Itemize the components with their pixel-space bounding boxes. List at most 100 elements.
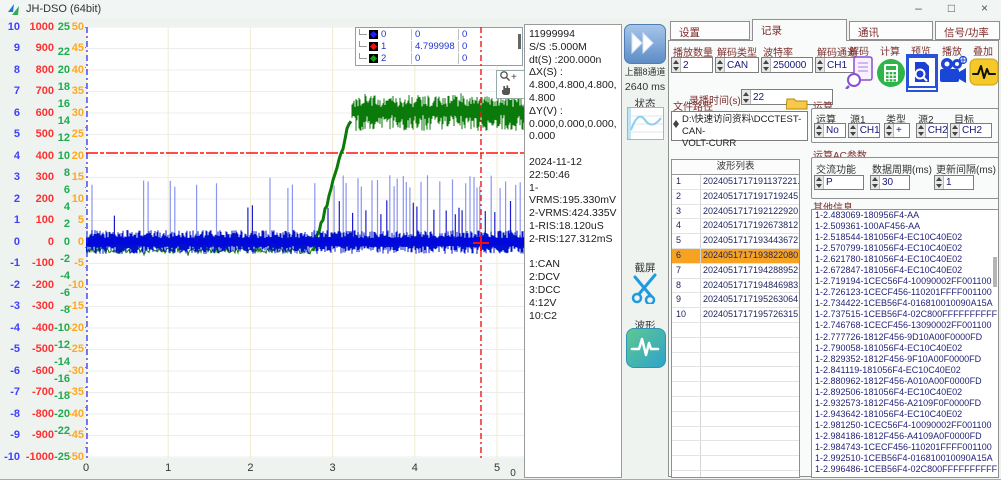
decode-button[interactable] [845, 55, 875, 91]
waveform-row[interactable] [672, 471, 799, 478]
spinner-arrows[interactable] [951, 124, 960, 137]
waveform-row[interactable]: 72024051717194288952.j [672, 264, 799, 279]
spin-up-icon[interactable] [886, 125, 892, 129]
spin-down-icon[interactable] [816, 184, 822, 188]
other-info-line[interactable]: 1-2.992510-1CEB56F4-016810010090A15A [812, 453, 998, 464]
other-info-line[interactable]: 1-2.777726-1812F456-9D10A00F0000FD [812, 332, 998, 343]
spin-down-icon[interactable] [763, 67, 769, 71]
spinner-arrows[interactable] [762, 58, 771, 72]
other-info-line[interactable]: 1-2.943642-181056F4-EC10C40E02 [812, 409, 998, 420]
other-info-line[interactable]: 1-2.719194-1CEC56F4-10090002FF001100 [812, 276, 998, 287]
page-up-8ch-button[interactable] [624, 24, 666, 64]
waveform-row[interactable] [672, 338, 799, 353]
zoom-plus-label[interactable]: + [511, 72, 517, 83]
spinner-arrows[interactable] [815, 124, 824, 137]
waveform-row[interactable] [672, 382, 799, 397]
spin-down-icon[interactable] [952, 132, 958, 136]
spin-up-icon[interactable] [952, 125, 958, 129]
other-info-line[interactable]: 1-2.509361-100AF456-AA [812, 221, 998, 232]
spin-up-icon[interactable] [816, 125, 822, 129]
path-spinner[interactable] [673, 120, 679, 128]
overlay-button[interactable] [969, 55, 999, 91]
waveform-row[interactable]: 22024051717191719245.j [672, 190, 799, 205]
spin-down-icon[interactable] [743, 99, 749, 103]
operation-源2[interactable]: CH2 [916, 123, 948, 138]
spinner-arrows[interactable] [871, 176, 880, 189]
waveform-row[interactable]: 42024051717192673812.j [672, 219, 799, 234]
tab-信号/功率计[interactable]: 信号/功率计 [935, 21, 1000, 40]
minimize-button[interactable]: – [902, 0, 935, 18]
spinner-arrows[interactable] [849, 124, 858, 137]
other-info-scrollbar-thumb[interactable] [993, 257, 997, 287]
other-info-line[interactable]: 1-2.621780-181056F4-EC10C40E02 [812, 254, 998, 265]
field-播放数量[interactable]: 2 [671, 57, 713, 73]
other-info-line[interactable]: 1-2.734422-1CEB56F4-016810010090A15A [812, 298, 998, 309]
waveform-row[interactable] [672, 353, 799, 368]
play-button[interactable] [938, 55, 968, 91]
spin-up-icon[interactable] [918, 125, 924, 129]
waveform-row[interactable] [672, 323, 799, 338]
spin-down-icon[interactable] [673, 67, 679, 71]
waveform-row[interactable] [672, 427, 799, 442]
ac-field-2[interactable]: 1 [934, 175, 974, 190]
waveform-view-button[interactable] [626, 328, 666, 368]
spin-up-icon[interactable] [817, 60, 823, 64]
spin-up-icon[interactable] [763, 60, 769, 64]
spinner-arrows[interactable] [716, 58, 725, 72]
spin-up-icon[interactable] [673, 60, 679, 64]
spin-down-icon[interactable] [817, 67, 823, 71]
tab-记录[interactable]: 记录 [752, 19, 847, 41]
screenshot-scissors-button[interactable] [630, 271, 661, 304]
waveform-row[interactable]: 52024051717193443672.j [672, 234, 799, 249]
spin-down-icon[interactable] [717, 67, 723, 71]
spinner-arrows[interactable] [816, 58, 825, 72]
other-info-line[interactable]: 1-2.880962-1812F456-A010A00F0000FD [812, 376, 998, 387]
zoom-tools[interactable]: + [496, 70, 525, 99]
other-info-line[interactable]: 1-2.518544-181056F4-EC10C40E02 [812, 232, 998, 243]
waveform-row[interactable] [672, 397, 799, 412]
other-info-line[interactable]: 1-2.984743-1CECF456-110201FFFF001100 [812, 442, 998, 453]
spinner-arrows[interactable] [885, 124, 894, 137]
waveform-row[interactable]: 82024051717194846983.j [672, 279, 799, 294]
spinner-arrows[interactable] [935, 176, 944, 189]
spinner-arrows[interactable] [815, 176, 824, 189]
other-info-line[interactable]: 1-2.672847-181056F4-EC10C40E02 [812, 265, 998, 276]
spin-up-icon[interactable] [816, 177, 822, 181]
spin-up-icon[interactable] [743, 92, 749, 96]
waveform-row[interactable] [672, 456, 799, 471]
spin-up-icon[interactable] [872, 177, 878, 181]
waveform-row[interactable] [672, 367, 799, 382]
waveform-row[interactable]: 12024051717191137221.j [672, 175, 799, 190]
maximize-button[interactable]: □ [935, 0, 968, 18]
path-down-icon[interactable] [673, 124, 679, 128]
other-info-line[interactable]: 1-2.829352-1812F456-9F10A00F0000FD [812, 354, 998, 365]
waveform-row[interactable] [672, 441, 799, 456]
spin-down-icon[interactable] [918, 132, 924, 136]
other-info-list[interactable]: 1-2.483069-180956F4-AA1-2.509361-100AF45… [811, 209, 999, 478]
other-info-line[interactable]: 1-2.892506-181056F4-EC10C40E02 [812, 387, 998, 398]
waveform-row[interactable]: 32024051717192122920.j [672, 205, 799, 220]
tab-设置[interactable]: 设置 [670, 21, 750, 40]
operation-运算[interactable]: No [814, 123, 846, 138]
other-info-line[interactable]: 1-2.981250-1CEC56F4-10090002FF001100 [812, 420, 998, 431]
spinner-arrows[interactable] [672, 58, 681, 72]
field-波特率[interactable]: 250000 [761, 57, 813, 73]
close-button[interactable]: × [968, 0, 1001, 18]
waveform-row[interactable] [672, 412, 799, 427]
spin-down-icon[interactable] [872, 184, 878, 188]
operation-目标[interactable]: CH2 [950, 123, 992, 138]
spin-up-icon[interactable] [850, 125, 856, 129]
waveform-row[interactable]: 92024051717195263064.j [672, 293, 799, 308]
other-info-line[interactable]: 1-2.746768-1CECF456-13090002FF001100 [812, 320, 998, 331]
spinner-arrows[interactable] [742, 90, 751, 104]
other-info-line[interactable]: 1-2.841119-181056F4-EC10C40E02 [812, 365, 998, 376]
other-info-line[interactable]: 1-2.570799-181056F4-EC10C40E02 [812, 243, 998, 254]
waveform-row[interactable]: 102024051717195726315.j [672, 308, 799, 323]
other-info-line[interactable]: 1-2.996486-1CEB56F4-02C800FFFFFFFFFF [812, 464, 998, 475]
pan-hand-icon[interactable] [499, 83, 511, 98]
tab-通讯[interactable]: 通讯 [849, 21, 933, 40]
ac-field-1[interactable]: 30 [870, 175, 910, 190]
operation-源1[interactable]: CH1 [848, 123, 880, 138]
spin-up-icon[interactable] [717, 60, 723, 64]
other-info-line[interactable]: 1-2.932573-1812F456-A2109F0F0000FD [812, 398, 998, 409]
